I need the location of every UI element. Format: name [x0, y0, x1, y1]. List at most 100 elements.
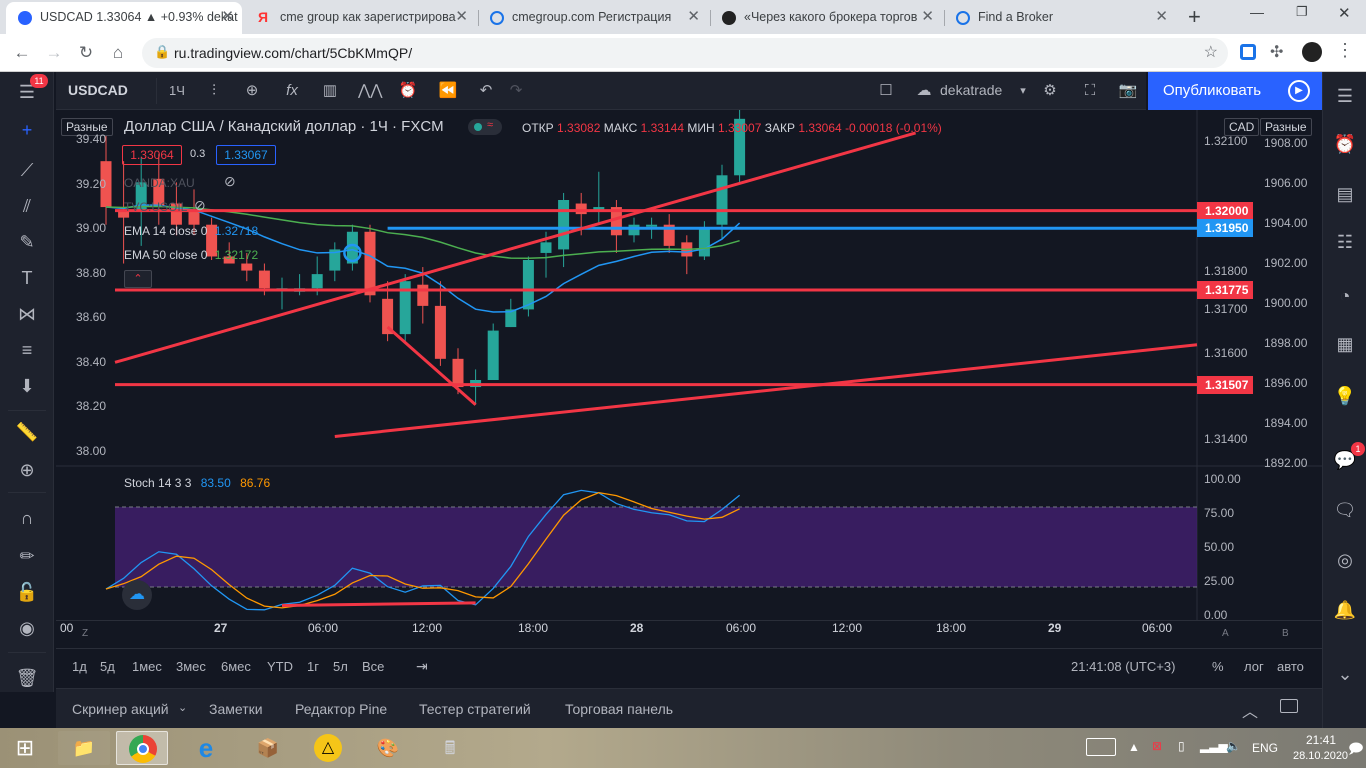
- candles-icon[interactable]: ⫶: [202, 80, 226, 102]
- volume-icon[interactable]: 🔈: [1226, 739, 1241, 753]
- play-button[interactable]: ▶: [1276, 72, 1322, 110]
- close-window-button[interactable]: ✕: [1338, 4, 1351, 22]
- omnibox[interactable]: 🔒 ru.tradingview.com/chart/5CbKMmQP/ ☆: [142, 38, 1228, 68]
- eye-icon[interactable]: ◉: [13, 614, 41, 642]
- puzzle-icon[interactable]: ✣: [1270, 42, 1283, 62]
- maximize-panel-icon[interactable]: [1280, 699, 1298, 713]
- notifications-icon[interactable]: 🗩: [1348, 738, 1364, 762]
- news-icon[interactable]: ▦: [1331, 330, 1359, 358]
- buy-button[interactable]: 1.33067: [216, 145, 276, 165]
- back-button[interactable]: ←: [10, 42, 34, 64]
- menu-icon[interactable]: ⋮: [1336, 40, 1354, 61]
- keyboard-icon[interactable]: [1086, 738, 1116, 756]
- home-icon[interactable]: ⌂: [106, 42, 130, 64]
- ideas-icon[interactable]: 💡: [1331, 382, 1359, 410]
- auto-toggle[interactable]: авто: [1277, 659, 1304, 674]
- taskbar-date[interactable]: 28.10.2020: [1293, 750, 1348, 762]
- bottom-tab-2[interactable]: Редактор Pine: [295, 701, 387, 717]
- prediction-icon[interactable]: ≡: [13, 336, 41, 364]
- chrome-icon[interactable]: [116, 731, 168, 765]
- chevron-up-icon[interactable]: ︿: [1242, 698, 1258, 722]
- close-icon[interactable]: ✕: [1155, 2, 1168, 32]
- browser-tab-tradingview[interactable]: USDCAD 1.33064 ▲ +0.93% dekat ✕: [6, 2, 242, 34]
- taskbar-time[interactable]: 21:41: [1306, 733, 1336, 747]
- file-explorer-icon[interactable]: 📁: [58, 731, 110, 765]
- sell-button[interactable]: 1.33064: [122, 145, 182, 165]
- range-button-1[interactable]: 5д: [100, 659, 115, 674]
- calculator-icon[interactable]: 🖩: [424, 731, 476, 765]
- alarm-clock-icon[interactable]: ⏰: [1331, 130, 1359, 158]
- time-axis-corner-a[interactable]: A: [1222, 628, 1229, 639]
- messages-icon[interactable]: 🗨: [1331, 496, 1359, 524]
- trend-line-icon[interactable]: ⟋: [13, 156, 41, 184]
- percent-toggle[interactable]: %: [1212, 659, 1224, 674]
- symbol-search[interactable]: USDCAD: [68, 82, 128, 98]
- undo-icon[interactable]: ↶: [474, 80, 498, 102]
- time-axis-corner[interactable]: Z: [82, 628, 88, 639]
- close-icon[interactable]: ✕: [221, 2, 234, 32]
- collapse-legend-button[interactable]: ⌃: [124, 270, 152, 288]
- range-button-7[interactable]: 5л: [333, 659, 348, 674]
- alert-icon[interactable]: ⏰: [396, 80, 420, 102]
- log-toggle[interactable]: лог: [1244, 659, 1264, 674]
- range-button-5[interactable]: YTD: [267, 659, 293, 674]
- tvc-legend[interactable]: TVC:USOIL: [124, 200, 187, 214]
- zoom-in-icon[interactable]: ⊕: [13, 456, 41, 484]
- arrow-down-icon[interactable]: ⬇: [13, 372, 41, 400]
- price-chart[interactable]: [56, 110, 1322, 620]
- trash-icon[interactable]: 🗑: [13, 664, 41, 692]
- minimize-button[interactable]: —: [1250, 4, 1264, 20]
- interval-button[interactable]: 1Ч: [166, 80, 188, 102]
- chevron-down-icon[interactable]: ⌄: [1331, 660, 1359, 688]
- fullscreen-icon[interactable]: ⛶: [1078, 80, 1102, 102]
- bottom-tab-4[interactable]: Торговая панель: [565, 701, 673, 717]
- bottom-tab-0[interactable]: Скринер акций: [72, 701, 169, 717]
- range-button-2[interactable]: 1мес: [132, 659, 162, 674]
- scale-right-button[interactable]: Разные: [1260, 118, 1312, 136]
- network-warning-icon[interactable]: ⊠: [1152, 739, 1162, 753]
- time-axis[interactable]: Z 00 27 06:00 12:00 18:00 28 06:00 12:00 18:00 29…: [56, 620, 1322, 648]
- text-icon[interactable]: T: [13, 264, 41, 292]
- forward-button[interactable]: →: [42, 42, 66, 64]
- calendar-icon[interactable]: ◔: [1331, 282, 1359, 310]
- battery-icon[interactable]: ▯: [1178, 739, 1185, 753]
- data-window-icon[interactable]: ▤: [1331, 180, 1359, 208]
- browser-tab-cmegroup[interactable]: cmegroup.com Регистрация ✕: [478, 2, 708, 34]
- close-icon[interactable]: ✕: [455, 2, 468, 32]
- broadcast-icon[interactable]: ◎: [1331, 546, 1359, 574]
- tray-expand-icon[interactable]: ▲: [1128, 740, 1140, 754]
- range-button-0[interactable]: 1д: [72, 659, 87, 674]
- bell-icon[interactable]: 🔔: [1331, 596, 1359, 624]
- range-button-4[interactable]: 6мес: [221, 659, 251, 674]
- paint-icon[interactable]: 🎨: [362, 731, 414, 765]
- profile-avatar[interactable]: [1302, 42, 1322, 62]
- tradingview-logo-icon[interactable]: ☁: [122, 580, 152, 610]
- browser-tab-find-broker[interactable]: Find a Broker ✕: [944, 2, 1176, 34]
- chart-area[interactable]: Разные Доллар США / Канадский доллар · 1…: [56, 110, 1322, 622]
- new-tab-button[interactable]: +: [1188, 4, 1201, 30]
- extension-icon[interactable]: [1240, 44, 1256, 60]
- go-to-date-icon[interactable]: ⇥: [416, 658, 428, 675]
- templates-icon[interactable]: ⋀⋀: [358, 80, 383, 102]
- crosshair-icon[interactable]: +: [13, 116, 41, 144]
- oanda-legend[interactable]: OANDA:XAU: [124, 176, 195, 190]
- redo-icon[interactable]: ↷: [504, 80, 528, 102]
- settings-icon[interactable]: ⚙: [1038, 80, 1062, 102]
- eye-hidden-icon[interactable]: ⊘: [224, 173, 236, 190]
- magnet-icon[interactable]: ∩: [13, 504, 41, 532]
- close-icon[interactable]: ✕: [687, 2, 700, 32]
- pattern-icon[interactable]: ⋈: [13, 300, 41, 328]
- chevron-down-icon[interactable]: ▾: [1016, 80, 1030, 102]
- star-icon[interactable]: ☆: [1204, 42, 1218, 62]
- camera-icon[interactable]: 📷: [1116, 80, 1140, 102]
- indicators-icon[interactable]: fx: [280, 80, 304, 102]
- layout-icon[interactable]: ☐: [874, 80, 898, 102]
- chevron-down-icon[interactable]: ⌄: [178, 701, 187, 714]
- windows-start-icon[interactable]: ⊞: [2, 731, 48, 765]
- hotlist-icon[interactable]: ☷: [1331, 228, 1359, 256]
- publish-button[interactable]: Опубликовать: [1148, 72, 1276, 110]
- url-text[interactable]: ru.tradingview.com/chart/5CbKMmQP/: [174, 45, 412, 61]
- ie-icon[interactable]: e: [180, 731, 232, 765]
- layout-name[interactable]: dekatrade: [940, 82, 1002, 98]
- clock-text[interactable]: 21:41:08 (UTC+3): [1071, 659, 1175, 674]
